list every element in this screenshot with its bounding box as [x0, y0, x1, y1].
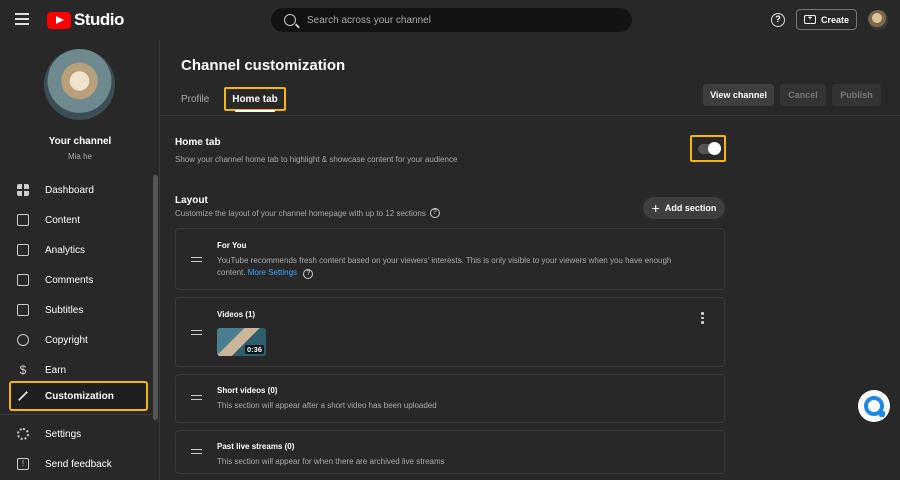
layout-heading: Layout	[175, 195, 208, 206]
sidebar-item-subtitles[interactable]: Subtitles	[0, 295, 152, 325]
sidebar-item-label: Subtitles	[45, 304, 84, 316]
sidebar-item-analytics[interactable]: Analytics	[0, 235, 152, 265]
section-card-videos[interactable]: Videos (1) 0:36	[175, 297, 725, 367]
sidebar-item-send-feedback[interactable]: ! Send feedback	[0, 449, 152, 479]
sidebar-item-copyright[interactable]: Copyright	[0, 325, 152, 355]
page-title: Channel customization	[181, 57, 346, 74]
video-plus-icon: +	[803, 15, 816, 24]
create-label: Create	[820, 14, 849, 25]
drag-handle-icon[interactable]	[191, 395, 202, 400]
view-channel-button[interactable]: View channel	[703, 84, 774, 106]
studio-logo[interactable]: Studio	[47, 10, 124, 30]
drag-handle-icon[interactable]	[191, 257, 202, 262]
section-title: Short videos (0)	[217, 386, 278, 395]
sidebar-item-label: Dashboard	[45, 184, 94, 196]
home-tab-description: Show your channel home tab to highlight …	[175, 155, 458, 164]
your-channel-label: Your channel	[48, 136, 112, 147]
plus-icon: +	[651, 200, 660, 216]
sidebar-scrollbar[interactable]	[153, 175, 158, 420]
section-card-past-live-streams[interactable]: Past live streams (0) This section will …	[175, 430, 725, 474]
sidebar-item-label: Copyright	[45, 334, 88, 346]
hamburger-menu-icon[interactable]	[15, 13, 29, 25]
video-duration: 0:36	[244, 345, 264, 354]
feedback-icon: !	[17, 458, 29, 470]
dollar-icon: $	[19, 363, 27, 377]
layout-description: Customize the layout of your channel hom…	[175, 208, 426, 218]
sidebar-item-label: Customization	[45, 390, 114, 402]
header-divider	[160, 115, 900, 116]
channel-avatar[interactable]	[44, 49, 115, 120]
add-section-label: Add section	[664, 203, 717, 213]
analytics-icon	[17, 244, 29, 256]
gear-icon	[17, 428, 29, 440]
toggle-knob	[708, 142, 721, 155]
publish-button[interactable]: Publish	[832, 84, 881, 106]
drag-handle-icon[interactable]	[191, 449, 202, 454]
section-description: This section will appear after a short v…	[217, 401, 437, 410]
search-input[interactable]	[307, 14, 607, 26]
sidebar-divider	[0, 414, 152, 415]
section-title: Videos (1)	[217, 310, 256, 319]
search-icon	[284, 14, 296, 26]
sidebar-item-label: Earn	[45, 364, 67, 376]
sidebar-item-comments[interactable]: Comments	[0, 265, 152, 295]
youtube-play-icon	[47, 11, 71, 29]
cancel-button[interactable]: Cancel	[780, 84, 826, 106]
tab-home[interactable]: Home tab	[224, 87, 286, 112]
create-button[interactable]: + Create	[796, 9, 857, 30]
more-settings-link[interactable]: More Settings	[248, 268, 297, 277]
sidebar-item-label: Analytics	[45, 244, 86, 256]
home-tab-toggle[interactable]	[698, 142, 721, 155]
sidebar-item-dashboard[interactable]: Dashboard	[0, 175, 152, 205]
sidebar-item-settings[interactable]: Settings	[0, 419, 152, 449]
tab-profile[interactable]: Profile	[181, 87, 209, 111]
sidebar: Your channel Mia he Dashboard Content An…	[0, 40, 160, 480]
magic-wand-icon	[18, 390, 29, 401]
account-avatar[interactable]	[868, 10, 888, 30]
floating-search-button[interactable]	[858, 390, 890, 422]
sidebar-item-label: Comments	[45, 274, 94, 286]
top-bar: Studio ? + Create	[0, 0, 900, 40]
help-icon[interactable]: ?	[429, 208, 440, 218]
sidebar-item-label: Content	[45, 214, 81, 226]
copyright-icon	[17, 334, 29, 346]
logo-text: Studio	[74, 10, 124, 29]
sidebar-item-label: Send feedback	[45, 458, 112, 470]
comments-icon	[17, 274, 29, 286]
content-icon	[17, 214, 29, 226]
help-icon[interactable]: ?	[771, 13, 785, 27]
help-icon[interactable]: ?	[303, 269, 314, 279]
section-card-short-videos[interactable]: Short videos (0) This section will appea…	[175, 374, 725, 423]
subtitles-icon	[17, 304, 29, 316]
section-card-for-you[interactable]: For You YouTube recommends fresh content…	[175, 228, 725, 290]
dashboard-icon	[17, 184, 29, 196]
layout-description-row: Customize the layout of your channel hom…	[175, 208, 440, 218]
section-title: Past live streams (0)	[217, 442, 295, 451]
section-description: This section will appear for when there …	[217, 457, 445, 466]
video-thumbnail[interactable]: 0:36	[217, 328, 266, 356]
section-title: For You	[217, 241, 247, 250]
section-description: YouTube recommends fresh content based o…	[217, 255, 697, 279]
home-tab-heading: Home tab	[175, 137, 221, 148]
sidebar-item-label: Settings	[45, 428, 82, 440]
search-bar[interactable]	[271, 8, 632, 32]
more-options-icon[interactable]	[701, 312, 704, 326]
search-icon	[864, 396, 885, 417]
sidebar-item-content[interactable]: Content	[0, 205, 152, 235]
sidebar-item-customization[interactable]: Customization	[9, 381, 148, 411]
channel-handle: Mia he	[67, 152, 92, 161]
home-tab-toggle-highlight	[690, 135, 726, 162]
add-section-button[interactable]: + Add section	[643, 197, 725, 219]
drag-handle-icon[interactable]	[191, 330, 202, 335]
